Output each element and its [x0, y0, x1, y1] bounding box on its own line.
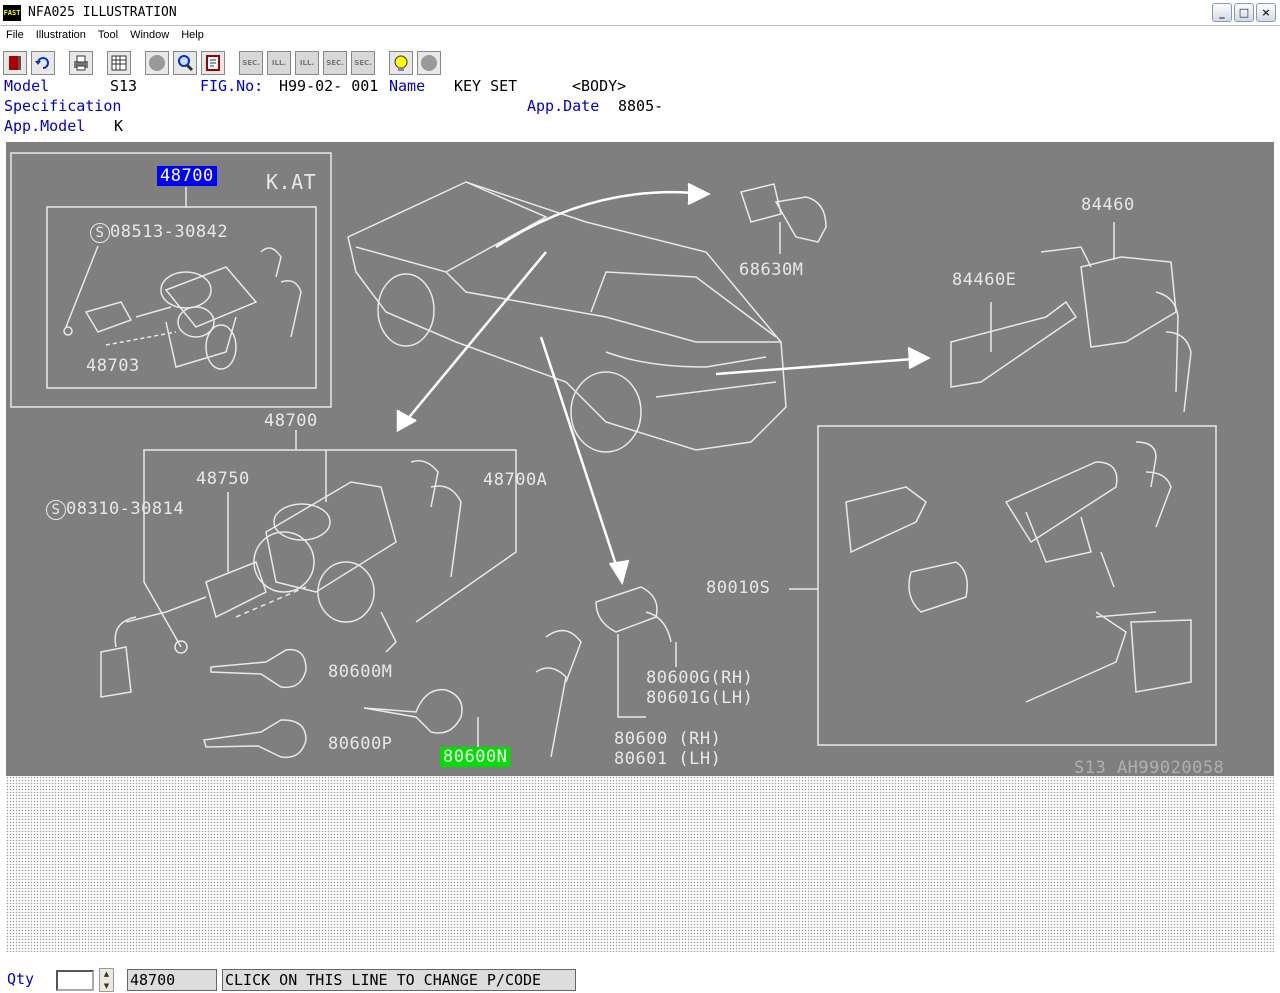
- spin-up-icon[interactable]: ▲: [104, 970, 109, 978]
- set-80010s-drawing: [845, 441, 1192, 703]
- part-80601-lh[interactable]: 80601 (LH): [614, 749, 721, 769]
- sec-search-button[interactable]: SEC.: [351, 51, 375, 75]
- change-pcode-line[interactable]: CLICK ON THIS LINE TO CHANGE P/CODE: [222, 969, 576, 991]
- maximize-button[interactable]: □: [1234, 3, 1254, 22]
- part-48703[interactable]: 48703: [86, 356, 140, 376]
- name-value: KEY SET: [454, 77, 518, 95]
- part-80600M[interactable]: 80600M: [328, 662, 392, 682]
- empty-parts-list-area: [6, 776, 1274, 952]
- fig-label: FIG.No:: [200, 77, 264, 95]
- part-80601G-lh[interactable]: 80601G(LH): [646, 688, 753, 708]
- drawing-id: S13 AH99020058: [1074, 758, 1225, 776]
- part-80600N[interactable]: 80600N: [440, 747, 511, 767]
- name-value-body: <BODY>: [572, 77, 627, 95]
- part-08513-30842[interactable]: S 08513-30842: [90, 222, 228, 243]
- part-80600-rh[interactable]: 80600 (RH): [614, 729, 721, 749]
- close-button[interactable]: ×: [1256, 3, 1276, 22]
- fig-value: H99-02- 001: [279, 77, 379, 95]
- ill-prev-button[interactable]: ILL.: [267, 51, 291, 75]
- illustration-area[interactable]: 48700 K.AT S 08513-30842 48703 48700 4875…: [6, 142, 1274, 776]
- part-48750[interactable]: 48750: [196, 469, 250, 489]
- appmodel-label: App.Model: [4, 117, 86, 135]
- menu-window[interactable]: Window: [124, 29, 175, 41]
- trunk-cylinder-drawing: [740, 183, 827, 254]
- grid-icon: [111, 55, 127, 71]
- part-84460E[interactable]: 84460E: [952, 270, 1016, 290]
- sec-last-button[interactable]: SEC.: [323, 51, 347, 75]
- ignition-lock-drawing: [100, 460, 462, 698]
- qty-label: Qty: [7, 970, 35, 988]
- screw-leader: [65, 245, 99, 328]
- menu-bar: File Illustration Tool Window Help: [0, 26, 1280, 44]
- circle-tool-button[interactable]: [145, 51, 169, 75]
- part-info-panel: Model S13 FIG.No: H99-02- 001 Name KEY S…: [0, 76, 1280, 142]
- part-84460[interactable]: 84460: [1081, 195, 1135, 215]
- circle-icon: [149, 55, 165, 71]
- undo-icon: [35, 57, 49, 69]
- menu-illustration[interactable]: Illustration: [30, 29, 92, 41]
- book-icon: [206, 55, 220, 71]
- appdate-label: App.Date: [527, 97, 600, 115]
- exit-door-icon: [9, 56, 21, 70]
- name-label: Name: [389, 77, 426, 95]
- part-80600P[interactable]: 80600P: [328, 734, 392, 754]
- app-logo-icon: FAST: [3, 4, 21, 21]
- standard-part-s-icon: S: [90, 223, 110, 243]
- printer-icon: [74, 55, 88, 71]
- window-title: NFA025 ILLUSTRATION: [28, 5, 177, 20]
- menu-tool[interactable]: Tool: [92, 29, 124, 41]
- label-kat: K.AT: [266, 170, 317, 194]
- model-value: S13: [110, 77, 138, 95]
- part-08310-30814[interactable]: S 08310-30814: [46, 499, 184, 520]
- sec-first-button[interactable]: SEC.: [239, 51, 263, 75]
- part-48700A[interactable]: 48700A: [483, 470, 547, 490]
- magnifier-icon: [178, 55, 194, 72]
- print-button[interactable]: [69, 51, 93, 75]
- standard-part-s-icon: S: [46, 500, 66, 520]
- pcode-field[interactable]: 48700: [127, 969, 217, 991]
- model-label: Model: [4, 77, 50, 95]
- part-48700-mid[interactable]: 48700: [264, 411, 318, 431]
- appmodel-value: K: [114, 117, 124, 135]
- circle-icon: [421, 55, 437, 71]
- spin-down-icon[interactable]: ▼: [104, 982, 109, 990]
- help-bulb-icon: [394, 55, 408, 71]
- part-48700-top[interactable]: 48700: [157, 166, 217, 186]
- ill-next-button[interactable]: ILL.: [295, 51, 319, 75]
- help-button[interactable]: [389, 51, 413, 75]
- exit-door-button[interactable]: [3, 51, 27, 75]
- minimize-button[interactable]: _: [1212, 3, 1232, 22]
- record-button[interactable]: [417, 51, 441, 75]
- toolbar: SEC. ILL. ILL. SEC. SEC.: [0, 48, 1280, 78]
- grid-view-button[interactable]: [107, 51, 131, 75]
- qty-input[interactable]: [56, 970, 94, 991]
- qty-spinner[interactable]: ▲ ▼: [99, 968, 114, 992]
- book-button[interactable]: [201, 51, 225, 75]
- undo-button[interactable]: [31, 51, 55, 75]
- spec-label: Specification: [4, 97, 122, 115]
- menu-file[interactable]: File: [0, 29, 30, 41]
- appdate-value: 8805-: [618, 97, 664, 115]
- title-bar: FAST NFA025 ILLUSTRATION _ □ ×: [0, 0, 1280, 26]
- zoom-button[interactable]: [173, 51, 197, 75]
- kat-lock-assembly: [63, 247, 302, 370]
- menu-help[interactable]: Help: [175, 29, 210, 41]
- part-80600G-rh[interactable]: 80600G(RH): [646, 668, 753, 688]
- window-controls: _ □ ×: [1212, 3, 1276, 22]
- illustration-window: FAST NFA025 ILLUSTRATION _ □ × File Illu…: [0, 0, 1280, 993]
- part-80010S[interactable]: 80010S: [706, 578, 770, 598]
- part-68630M[interactable]: 68630M: [739, 260, 803, 280]
- glove-box-lock-drawing: [950, 222, 1192, 413]
- status-bar: Qty ▲ ▼ 48700 CLICK ON THIS LINE TO CHAN…: [0, 964, 1280, 993]
